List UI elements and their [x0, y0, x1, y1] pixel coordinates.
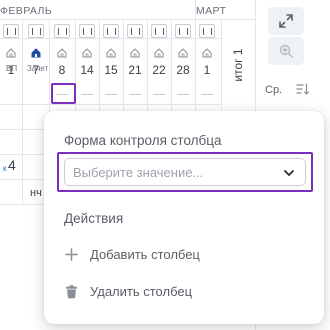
- day-number: 21: [128, 63, 142, 77]
- select-placeholder: Выберите значение...: [73, 164, 204, 180]
- total-column-label: итог 1: [231, 48, 245, 82]
- actions-title: Действия: [64, 211, 124, 226]
- plus-icon: [64, 248, 78, 262]
- column-type-box[interactable]: [103, 24, 119, 38]
- house-outline-icon: [6, 48, 16, 58]
- row-label-nch: нч: [30, 187, 42, 199]
- control-form-title: Форма контроля столбца: [64, 133, 222, 148]
- column-type-box[interactable]: [151, 24, 167, 38]
- delete-column-label: Удалить столбец: [90, 284, 193, 299]
- select-highlight: Выберите значение...: [57, 152, 313, 192]
- column-type-box[interactable]: [3, 24, 19, 38]
- day-column[interactable]: 22: [149, 24, 169, 124]
- column-code-zachet: Зачет: [27, 64, 49, 73]
- day-number: 14: [80, 63, 94, 77]
- trash-icon: [64, 284, 78, 299]
- grid-line: [0, 204, 44, 205]
- chevron-down-icon: [284, 170, 294, 176]
- day-column[interactable]: 14: [77, 24, 97, 124]
- column-settings-popup: Форма контроля столбца Выберите значение…: [44, 111, 324, 324]
- column-type-box[interactable]: [28, 24, 44, 38]
- row-grade-value[interactable]: 4: [8, 157, 16, 173]
- delete-column-button[interactable]: Удалить столбец: [64, 284, 192, 299]
- day-number: 8: [58, 63, 66, 77]
- column-type-box[interactable]: [127, 24, 143, 38]
- expand-button[interactable]: [268, 7, 304, 35]
- zoom-button[interactable]: [268, 37, 304, 65]
- selected-cell-highlight[interactable]: [51, 83, 76, 104]
- grid-line: [22, 129, 23, 204]
- day-number: 15: [104, 63, 118, 77]
- day-column[interactable]: 1: [1, 24, 21, 124]
- grid-line: [22, 19, 23, 129]
- empty-cell-dash: [81, 94, 93, 95]
- house-outline-icon: [130, 48, 140, 58]
- column-type-box[interactable]: [79, 24, 95, 38]
- day-column[interactable]: 15: [101, 24, 121, 124]
- day-column[interactable]: 28: [173, 24, 193, 124]
- add-column-button[interactable]: Добавить столбец: [64, 247, 200, 262]
- row-link[interactable]: к: [3, 164, 7, 173]
- month-label-march: МАРТ: [196, 5, 227, 17]
- day-number: 22: [152, 63, 166, 77]
- empty-cell-dash: [201, 94, 213, 95]
- day-number: 1: [203, 63, 211, 77]
- grid-line: [0, 19, 255, 20]
- empty-cell-dash: [129, 94, 141, 95]
- day-column[interactable]: 1: [197, 24, 217, 124]
- empty-cell-dash: [105, 94, 117, 95]
- empty-cell-dash: [153, 94, 165, 95]
- day-number: 28: [176, 63, 190, 77]
- house-outline-icon: [82, 48, 92, 58]
- house-outline-icon: [106, 48, 116, 58]
- day-column[interactable]: 21: [125, 24, 145, 124]
- expand-icon: [279, 14, 293, 28]
- house-outline-icon: [57, 48, 67, 58]
- day-column[interactable]: 8: [52, 24, 72, 124]
- day-column[interactable]: 7: [26, 24, 46, 124]
- total-column-header[interactable]: итог 1: [221, 30, 255, 100]
- month-label-february: ФЕВРАЛЬ: [0, 5, 53, 17]
- add-column-label: Добавить столбец: [90, 247, 200, 262]
- column-type-box[interactable]: [175, 24, 191, 38]
- zoom-in-icon: [279, 44, 293, 58]
- empty-cell-dash: [177, 94, 189, 95]
- sort-icon[interactable]: [296, 82, 310, 96]
- average-label: Ср.: [265, 84, 283, 96]
- column-code-vp: ВП: [6, 64, 18, 73]
- column-type-box[interactable]: [54, 24, 70, 38]
- column-type-box[interactable]: [199, 24, 215, 38]
- house-outline-icon: [154, 48, 164, 58]
- control-form-select[interactable]: Выберите значение...: [64, 158, 306, 186]
- house-filled-icon: [31, 48, 41, 58]
- house-outline-icon: [202, 48, 212, 58]
- house-outline-icon: [178, 48, 188, 58]
